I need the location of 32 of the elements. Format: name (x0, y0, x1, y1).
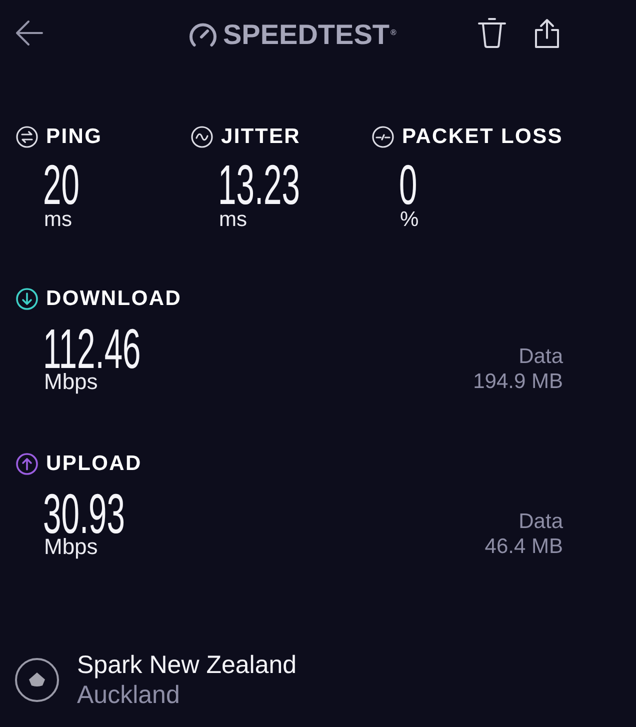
gauge-icon (189, 22, 217, 47)
metric-label: PING (46, 126, 102, 148)
metric-label: PACKET LOSS (402, 126, 563, 148)
data-label: Data (518, 344, 563, 369)
trash-icon (478, 18, 506, 48)
data-amount: 194.9 MB (473, 369, 563, 394)
share-icon (534, 18, 560, 48)
metric-unit: ms (44, 208, 72, 232)
speed-value: 30.93 (43, 493, 125, 535)
result-label: UPLOAD (46, 453, 142, 475)
server-name: Spark New Zealand (77, 650, 297, 680)
metric-value: 13.23 (218, 164, 300, 206)
delete-button[interactable] (478, 18, 506, 48)
speed-unit: Mbps (44, 370, 98, 394)
logo-wordmark: SPEEDTEST$^{®}$ (223, 20, 396, 50)
swap-arrows-icon (16, 126, 38, 148)
share-button[interactable] (534, 18, 560, 48)
metric-unit: % (400, 208, 419, 232)
speed-unit: Mbps (44, 535, 98, 559)
data-label: Data (518, 509, 563, 534)
metric-value: 0 (399, 164, 418, 206)
metric-unit: ms (219, 208, 247, 232)
back-arrow-icon (15, 20, 43, 46)
back-button[interactable] (15, 20, 43, 46)
speed-value: 112.46 (43, 328, 141, 370)
server-location: Auckland (77, 680, 181, 710)
data-amount: 46.4 MB (484, 534, 563, 559)
metric-value: 20 (43, 164, 80, 206)
metric-label: JITTER (221, 126, 301, 148)
pulse-icon (372, 126, 394, 148)
wave-icon (191, 126, 213, 148)
result-label: DOWNLOAD (46, 288, 182, 310)
